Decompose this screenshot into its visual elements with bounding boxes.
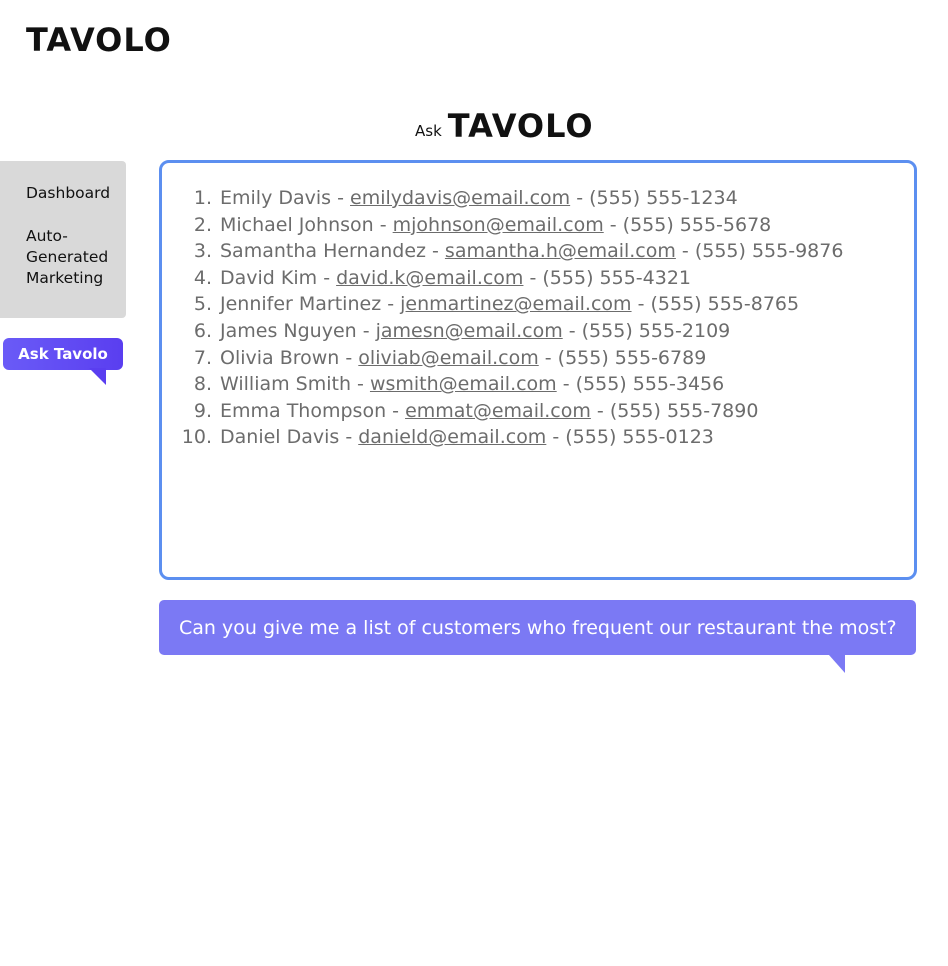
customer-name: William Smith (220, 373, 352, 396)
ask-tavolo-button[interactable]: Ask Tavolo (3, 338, 123, 385)
customer-phone: (555) 555-8765 (650, 293, 800, 316)
speech-tail-icon (829, 655, 845, 673)
customer-phone: (555) 555-2109 (581, 319, 731, 342)
item-number: 4. (193, 266, 212, 289)
customer-phone: (555) 555-0123 (565, 426, 714, 449)
sidebar: Dashboard Auto-Generated Marketing (0, 161, 126, 318)
customer-name: Jennifer Martinez (220, 293, 382, 316)
logo-text: TAVOLO (26, 21, 172, 59)
list-item: 4. David Kim - david.k@email.com - (555) … (178, 265, 843, 292)
customer-phone: (555) 555-7890 (609, 399, 759, 422)
heading-logo-text: TAVOLO (447, 107, 594, 145)
tavolo-logo[interactable]: TAVOLO (26, 24, 172, 56)
list-item: 5. Jennifer Martinez - jenmartinez@email.… (178, 291, 843, 318)
customer-email-link[interactable]: emmat@email.com (405, 398, 591, 425)
separator: - (603, 213, 623, 236)
customer-email-link[interactable]: emilydavis@email.com (350, 185, 570, 212)
item-number: 3. (193, 240, 212, 263)
list-item: 1. Emily Davis - emilydavis@email.com - (… (178, 185, 843, 212)
separator: - (356, 319, 376, 342)
separator: - (523, 266, 543, 289)
separator: - (631, 293, 651, 316)
list-item: 8. William Smith - wsmith@email.com - (55… (178, 371, 843, 398)
item-number: 2. (193, 213, 212, 236)
ask-prefix: Ask (415, 122, 442, 140)
item-number: 7. (193, 346, 212, 369)
item-number: 9. (193, 399, 212, 422)
item-number: 1. (193, 187, 212, 209)
ask-tavolo-button-label: Ask Tavolo (18, 345, 108, 363)
separator: - (381, 293, 401, 316)
list-item: 10. Daniel Davis - danield@email.com - (5… (178, 424, 843, 451)
customer-email-link[interactable]: oliviab@email.com (358, 345, 538, 372)
separator: - (562, 319, 582, 342)
separator: - (538, 346, 558, 369)
separator: - (590, 399, 610, 422)
separator: - (675, 240, 695, 263)
customer-email-link[interactable]: david.k@email.com (336, 265, 523, 292)
separator: - (556, 373, 576, 396)
separator: - (386, 399, 406, 422)
separator: - (339, 346, 359, 369)
list-item: 6. James Nguyen - jamesn@email.com - (555… (178, 318, 843, 345)
speech-tail-icon (89, 368, 106, 385)
question-bubble: Can you give me a list of customers who … (159, 600, 916, 673)
customer-phone: (555) 555-1234 (589, 187, 738, 209)
customer-list: 1. Emily Davis - emilydavis@email.com - (… (178, 185, 844, 451)
item-number: 8. (193, 373, 212, 396)
item-number: 5. (193, 293, 212, 316)
sidebar-item-auto-generated-marketing[interactable]: Auto-Generated Marketing (26, 226, 116, 289)
item-number: 10. (181, 426, 212, 449)
customer-name: Daniel Davis (220, 426, 340, 449)
list-item: 7. Olivia Brown - oliviab@email.com - (55… (178, 345, 843, 372)
customer-name: David Kim (220, 266, 318, 289)
separator: - (317, 266, 337, 289)
item-number: 6. (193, 319, 212, 342)
separator: - (570, 187, 590, 209)
response-panel[interactable]: 1. Emily Davis - emilydavis@email.com - (… (159, 160, 917, 580)
customer-name: Olivia Brown (220, 346, 340, 369)
customer-name: Michael Johnson (220, 213, 374, 236)
customer-phone: (555) 555-5678 (622, 213, 772, 236)
customer-name: Samantha Hernandez (220, 240, 426, 263)
sidebar-item-dashboard[interactable]: Dashboard (26, 183, 110, 204)
customer-name: Emma Thompson (220, 399, 387, 422)
separator: - (546, 426, 566, 449)
customer-email-link[interactable]: samantha.h@email.com (445, 238, 676, 265)
separator: - (425, 240, 445, 263)
separator: - (351, 373, 370, 396)
customer-phone: (555) 555-9876 (694, 240, 844, 263)
customer-phone: (555) 555-4321 (542, 266, 691, 289)
customer-name: James Nguyen (220, 319, 357, 342)
list-item: 2. Michael Johnson - mjohnson@email.com -… (178, 212, 843, 239)
customer-email-link[interactable]: jenmartinez@email.com (400, 291, 631, 318)
customer-phone: (555) 555-6789 (557, 346, 707, 369)
list-item: 3. Samantha Hernandez - samantha.h@email.… (178, 238, 844, 265)
customer-phone: (555) 555-3456 (575, 373, 725, 396)
customer-email-link[interactable]: mjohnson@email.com (393, 212, 604, 239)
separator: - (339, 426, 359, 449)
customer-name: Emily Davis (220, 187, 332, 209)
question-text: Can you give me a list of customers who … (179, 617, 897, 639)
customer-email-link[interactable]: danield@email.com (358, 424, 546, 451)
separator: - (373, 213, 393, 236)
ask-tavolo-heading: Ask TAVOLO (415, 110, 594, 142)
separator: - (331, 187, 350, 209)
customer-email-link[interactable]: jamesn@email.com (376, 318, 563, 345)
list-item: 9. Emma Thompson - emmat@email.com - (555… (178, 398, 843, 425)
customer-email-link[interactable]: wsmith@email.com (370, 371, 557, 398)
